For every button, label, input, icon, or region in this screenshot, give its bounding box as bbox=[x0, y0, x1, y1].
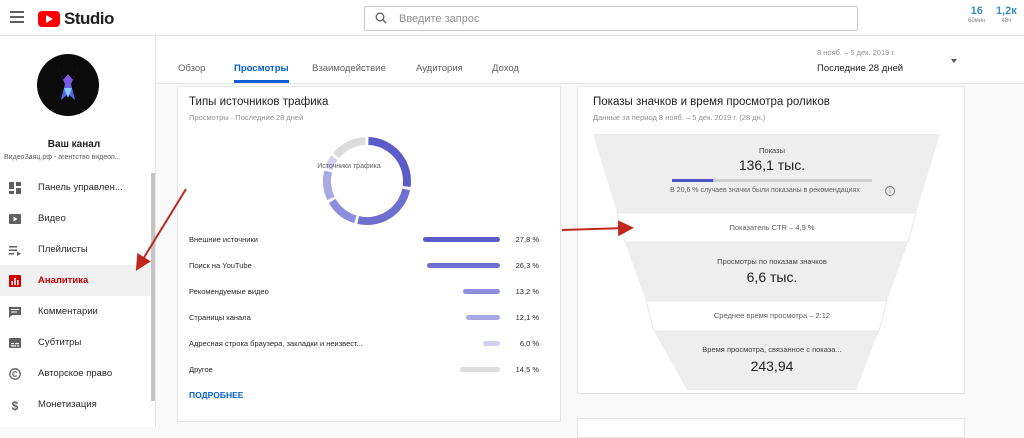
arrow-to-funnel bbox=[561, 220, 634, 237]
arrow-to-analytics bbox=[135, 188, 187, 271]
annotation-arrows bbox=[135, 188, 634, 271]
